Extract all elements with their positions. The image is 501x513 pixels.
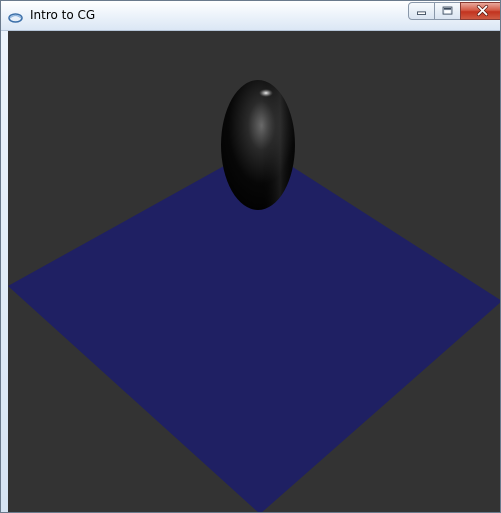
maximize-button[interactable] [434, 2, 461, 20]
scene-canvas [8, 80, 500, 512]
maximize-icon [442, 6, 453, 15]
ellipsoid-object [221, 80, 295, 210]
minimize-icon [417, 11, 426, 15]
title-bar[interactable]: Intro to CG [1, 1, 500, 31]
minimize-button[interactable] [408, 2, 435, 20]
render-viewport[interactable] [8, 31, 500, 512]
close-icon [476, 4, 489, 17]
app-icon[interactable] [8, 9, 23, 23]
close-button[interactable] [460, 2, 500, 20]
window-controls [408, 2, 500, 21]
window-title: Intro to CG [30, 8, 96, 22]
app-window: Intro to CG [0, 0, 501, 513]
